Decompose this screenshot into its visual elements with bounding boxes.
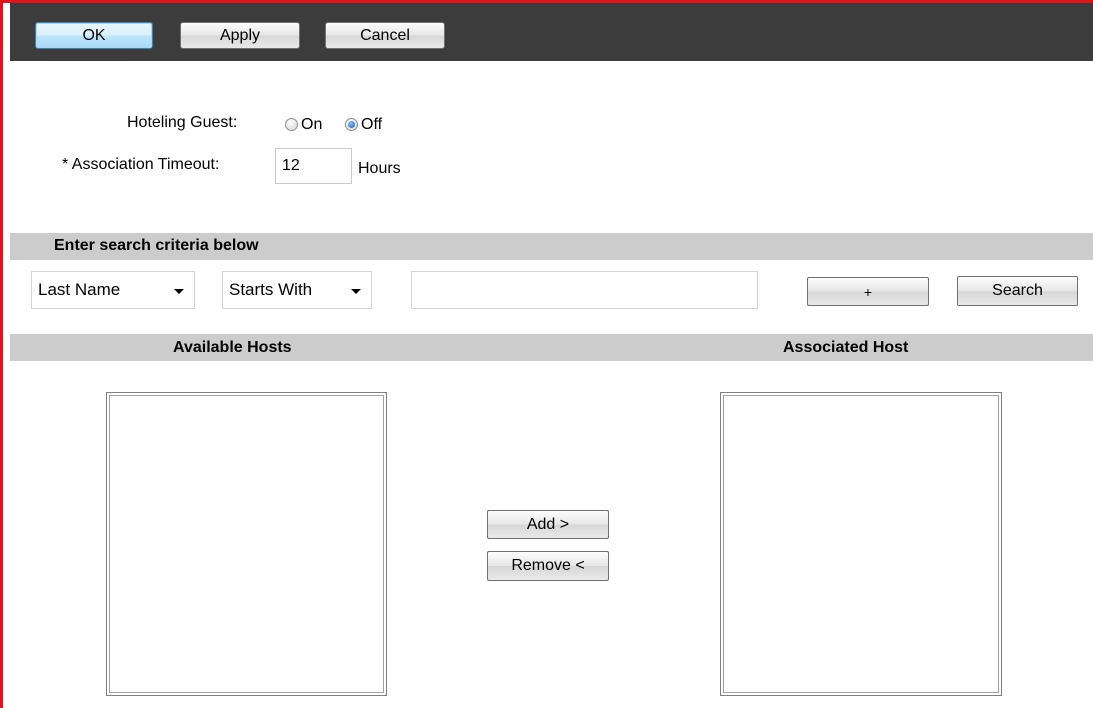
search-field-select[interactable]: Last Name [31,271,195,309]
search-operator-select[interactable]: Starts With [222,271,372,309]
add-host-button[interactable]: Add > [487,510,609,539]
add-criteria-button[interactable]: + [807,277,929,306]
association-timeout-label: * Association Timeout: [62,156,220,173]
association-timeout-input[interactable] [275,148,352,184]
search-button[interactable]: Search [957,276,1078,306]
apply-button[interactable]: Apply [180,22,300,49]
cancel-button[interactable]: Cancel [325,22,445,49]
hoteling-on-radio[interactable] [285,118,298,131]
chevron-down-icon [174,289,184,294]
search-operator-value: Starts With [229,280,313,299]
hosts-header: Available Hosts Associated Host [10,334,1093,361]
chevron-down-icon [351,289,361,294]
available-hosts-list[interactable] [106,392,387,696]
ok-button[interactable]: OK [35,22,153,49]
toolbar [10,3,1093,61]
search-criteria-title: Enter search criteria below [54,237,259,254]
remove-host-button[interactable]: Remove < [487,551,609,581]
association-timeout-unit: Hours [358,160,401,177]
hoteling-off-label[interactable]: Off [361,116,382,134]
available-hosts-title: Available Hosts [173,339,292,356]
search-field-value: Last Name [38,280,121,299]
hoteling-on-label[interactable]: On [301,116,322,134]
associated-host-list[interactable] [720,392,1002,696]
search-input[interactable] [411,271,758,309]
search-criteria-header: Enter search criteria below [10,233,1093,260]
hoteling-guest-label: Hoteling Guest: [127,114,238,131]
hoteling-off-radio[interactable] [345,118,358,131]
associated-host-title: Associated Host [783,339,909,356]
